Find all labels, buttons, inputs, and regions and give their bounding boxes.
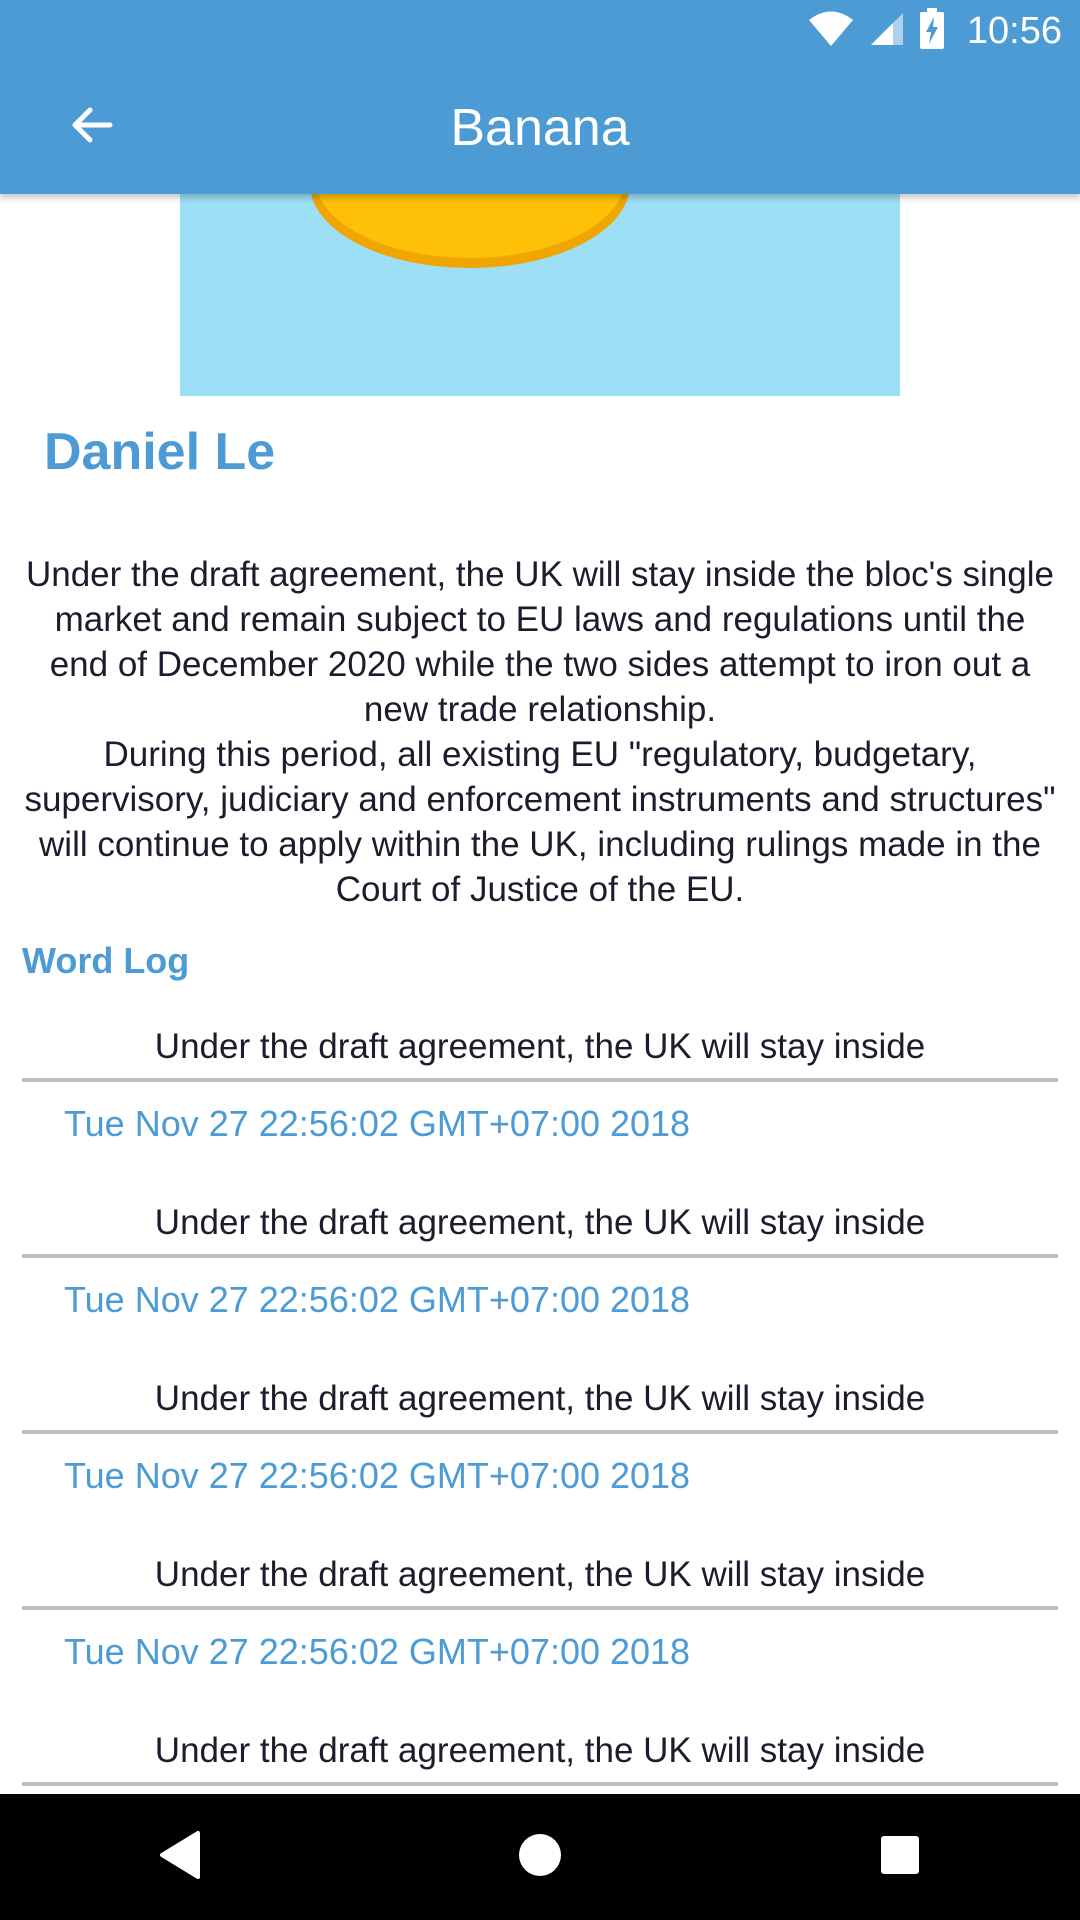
- log-entry-date: Tue Nov 27 22:56:02 GMT+07:00 2018: [64, 1455, 691, 1496]
- log-entry-text: Under the draft agreement, the UK will s…: [154, 1555, 926, 1594]
- screen: 10:56 Banana Daniel Le Under the draft a…: [0, 0, 1080, 1920]
- cell-signal-icon: [869, 11, 905, 52]
- recents-square-icon: [879, 1834, 921, 1881]
- nav-recents-button[interactable]: [835, 1802, 965, 1912]
- status-bar: 10:56: [0, 0, 1080, 63]
- divider: [22, 1782, 1058, 1786]
- nav-home-button[interactable]: [475, 1802, 605, 1912]
- log-entry-text: Under the draft agreement, the UK will s…: [154, 1379, 926, 1418]
- arrow-left-icon: [68, 101, 116, 154]
- log-entry-date: Tue Nov 27 22:56:02 GMT+07:00 2018: [64, 1279, 691, 1320]
- list-item[interactable]: Under the draft agreement, the UK will s…: [22, 1016, 1058, 1192]
- list-item[interactable]: Under the draft agreement, the UK will s…: [22, 1544, 1058, 1720]
- back-button[interactable]: [52, 87, 132, 167]
- log-entry-date: Tue Nov 27 22:56:02 GMT+07:00 2018: [64, 1631, 691, 1672]
- log-entry-date: Tue Nov 27 22:56:02 GMT+07:00 2018: [64, 1103, 691, 1144]
- list-item[interactable]: Under the draft agreement, the UK will s…: [22, 1368, 1058, 1544]
- nav-back-button[interactable]: [115, 1802, 245, 1912]
- article-paragraph: During this period, all existing EU "reg…: [24, 735, 1056, 909]
- word-log-title: Word Log: [22, 940, 190, 981]
- status-icons: 10:56: [807, 0, 1062, 63]
- list-item[interactable]: Under the draft agreement, the UK will s…: [22, 1192, 1058, 1368]
- log-entry-text: Under the draft agreement, the UK will s…: [154, 1203, 926, 1242]
- word-log-list: Under the draft agreement, the UK will s…: [22, 1016, 1058, 1786]
- home-circle-icon: [517, 1832, 563, 1883]
- banana-image: [180, 194, 900, 396]
- content-scroll[interactable]: Daniel Le Under the draft agreement, the…: [0, 194, 1080, 1794]
- author-name: Daniel Le: [44, 423, 276, 481]
- article-paragraph: Under the draft agreement, the UK will s…: [25, 555, 1055, 729]
- article-body: Under the draft agreement, the UK will s…: [22, 552, 1058, 912]
- log-entry-text: Under the draft agreement, the UK will s…: [154, 1027, 926, 1066]
- back-triangle-icon: [158, 1830, 202, 1885]
- list-item[interactable]: Under the draft agreement, the UK will s…: [22, 1720, 1058, 1786]
- page-title: Banana: [450, 99, 630, 157]
- navigation-bar: [0, 1794, 1080, 1920]
- battery-charging-icon: [919, 8, 945, 55]
- app-bar: Banana: [0, 63, 1080, 194]
- status-time: 10:56: [966, 10, 1062, 52]
- wifi-icon: [807, 11, 855, 52]
- log-entry-text: Under the draft agreement, the UK will s…: [154, 1731, 926, 1770]
